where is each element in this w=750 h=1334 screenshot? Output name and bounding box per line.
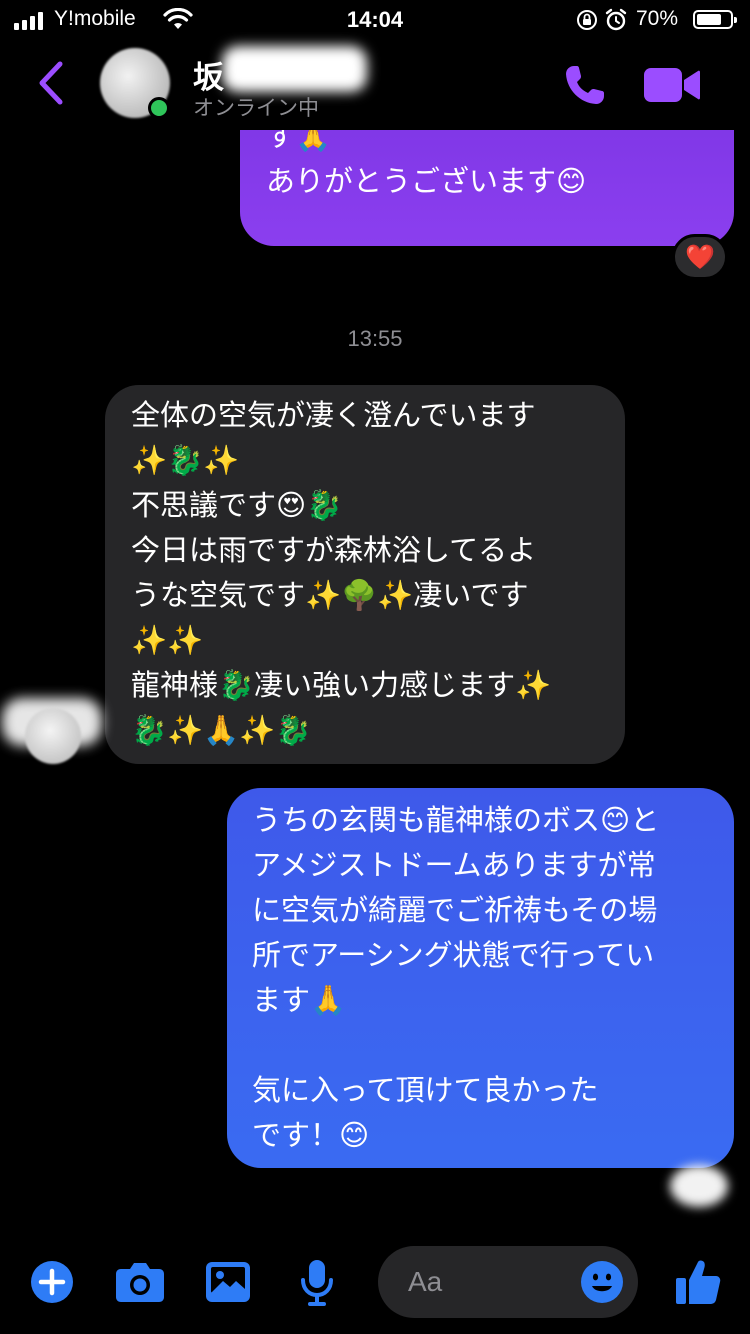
heart-reaction[interactable]: ❤️ [672, 234, 728, 280]
message-input[interactable] [408, 1260, 568, 1304]
back-icon[interactable] [30, 58, 70, 108]
phone-icon[interactable] [560, 60, 610, 110]
composer-bar [0, 1230, 750, 1334]
sender-avatar[interactable] [25, 708, 81, 764]
contact-status: オンライン中 [193, 96, 319, 120]
alarm-icon [605, 8, 627, 31]
battery-icon [693, 10, 737, 29]
heart-icon: ❤️ [685, 243, 715, 271]
seen-indicator-avatar [670, 1165, 728, 1207]
thumbs-up-icon[interactable] [674, 1258, 722, 1306]
online-indicator [148, 97, 170, 119]
camera-icon[interactable] [115, 1261, 165, 1303]
plus-icon[interactable] [30, 1260, 74, 1304]
message-bubble-received[interactable]: 全体の空気が凄く澄んでいます ✨🐉✨ 不思議です😍🐉 今日は雨ですが森林浴してる… [105, 385, 625, 764]
emoji-icon[interactable] [580, 1260, 624, 1304]
message-bubble-sent[interactable]: うちの玄関も龍神様のボス😊と アメジストドームありますが常 に空気が綺麗でご祈祷… [227, 788, 734, 1168]
rotation-lock-icon [577, 10, 597, 30]
image-icon[interactable] [205, 1261, 251, 1303]
name-redaction [222, 46, 367, 92]
message-input-pill[interactable] [378, 1246, 638, 1318]
timestamp: 13:55 [347, 326, 403, 351]
mic-icon[interactable] [298, 1258, 336, 1308]
video-icon[interactable] [642, 62, 702, 108]
status-bar: Y!mobile 14:04 70% [0, 0, 750, 40]
chat-header: 坂 オンライン中 [0, 40, 750, 130]
battery-percent: 70% [636, 7, 679, 30]
contact-name[interactable]: 坂 [193, 52, 224, 97]
